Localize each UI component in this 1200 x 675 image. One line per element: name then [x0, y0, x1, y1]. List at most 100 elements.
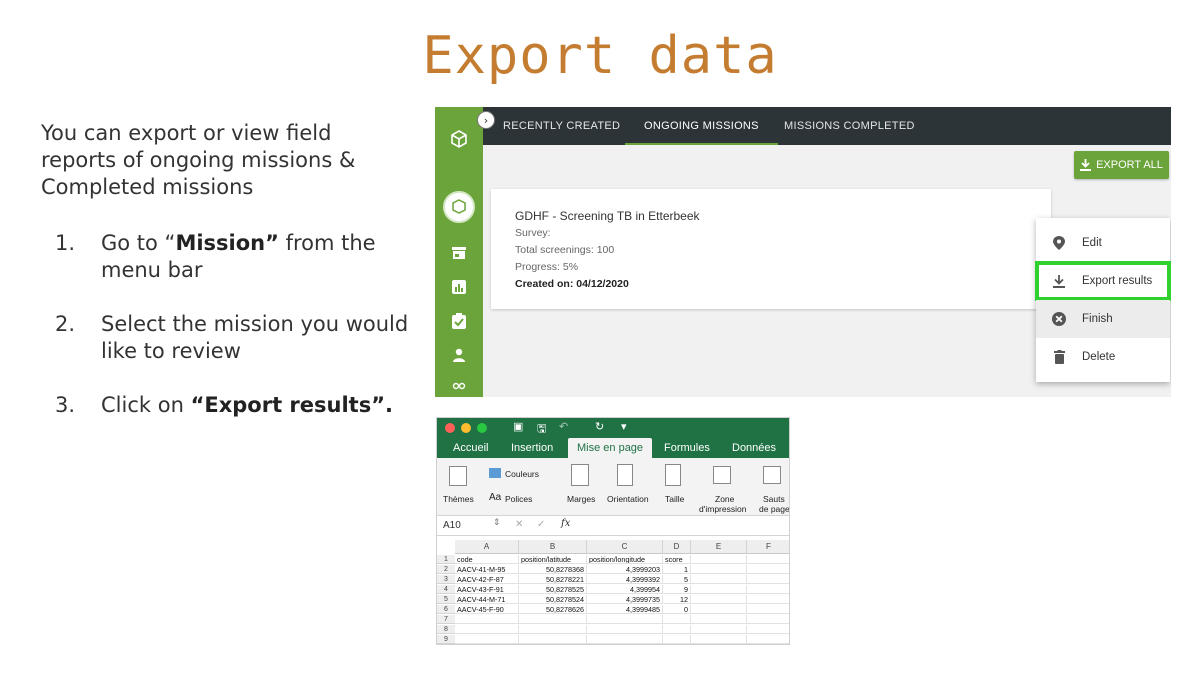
- sidebar-toggle-icon[interactable]: ▣: [513, 420, 523, 433]
- polices-label[interactable]: Polices: [505, 494, 532, 504]
- table-cell[interactable]: 0: [663, 605, 691, 614]
- row-header[interactable]: 6: [437, 605, 455, 614]
- table-cell[interactable]: [663, 635, 691, 644]
- table-cell[interactable]: score: [663, 555, 691, 564]
- table-cell[interactable]: [747, 595, 789, 604]
- orientation-icon[interactable]: [617, 464, 633, 486]
- menu-item-export-results[interactable]: Export results: [1035, 261, 1171, 301]
- table-cell[interactable]: [691, 595, 747, 604]
- tab-recently-created[interactable]: RECENTLY CREATED: [503, 107, 620, 145]
- table-cell[interactable]: code: [455, 555, 519, 564]
- column-header[interactable]: D: [663, 540, 691, 554]
- confirm-icon[interactable]: ✓: [537, 519, 545, 530]
- undo-icon[interactable]: ↶: [559, 420, 568, 433]
- fx-icon[interactable]: fx: [561, 518, 570, 529]
- table-cell[interactable]: position/longitude: [587, 555, 663, 564]
- zone-label-2[interactable]: d'impression: [699, 504, 746, 514]
- table-cell[interactable]: [747, 575, 789, 584]
- table-cell[interactable]: [519, 615, 587, 624]
- table-cell[interactable]: 4,3999203: [587, 565, 663, 574]
- column-header[interactable]: F: [747, 540, 789, 554]
- themes-icon[interactable]: [449, 466, 467, 486]
- person-icon[interactable]: [449, 345, 469, 365]
- row-header[interactable]: 8: [437, 625, 455, 634]
- table-cell[interactable]: 12: [663, 595, 691, 604]
- table-cell[interactable]: 9: [663, 585, 691, 594]
- menu-item-finish[interactable]: Finish: [1036, 300, 1170, 338]
- table-cell[interactable]: [587, 625, 663, 634]
- table-cell[interactable]: 50,8278524: [519, 595, 587, 604]
- chevron-right-icon[interactable]: ›: [477, 111, 495, 129]
- row-header[interactable]: 9: [437, 635, 455, 644]
- save-icon[interactable]: 🖫: [537, 420, 546, 439]
- export-all-button[interactable]: EXPORT ALL: [1074, 151, 1169, 179]
- table-cell[interactable]: 4,3999485: [587, 605, 663, 614]
- table-cell[interactable]: [747, 605, 789, 614]
- checklist-icon[interactable]: [449, 311, 469, 331]
- row-header[interactable]: 7: [437, 615, 455, 624]
- marges-label[interactable]: Marges: [567, 494, 595, 504]
- mission-card[interactable]: GDHF - Screening TB in Etterbeek Survey:…: [491, 189, 1051, 309]
- table-cell[interactable]: [747, 615, 789, 624]
- table-cell[interactable]: [663, 615, 691, 624]
- menu-item-edit[interactable]: Edit: [1036, 224, 1170, 262]
- row-header[interactable]: 5: [437, 595, 455, 604]
- table-cell[interactable]: 50,8278221: [519, 575, 587, 584]
- tab-ongoing-missions[interactable]: ONGOING MISSIONS: [625, 107, 778, 145]
- table-cell[interactable]: [747, 635, 789, 644]
- table-cell[interactable]: [691, 575, 747, 584]
- cube-icon[interactable]: [449, 129, 469, 149]
- store-icon[interactable]: [449, 243, 469, 263]
- margins-icon[interactable]: [571, 464, 589, 486]
- table-cell[interactable]: [691, 625, 747, 634]
- colors-icon[interactable]: [489, 468, 501, 478]
- table-cell[interactable]: [663, 625, 691, 634]
- tab-insertion[interactable]: Insertion: [511, 438, 553, 458]
- sauts-label[interactable]: Sauts: [763, 494, 785, 504]
- page-break-icon[interactable]: [763, 466, 781, 484]
- table-cell[interactable]: 4,399954: [587, 585, 663, 594]
- table-cell[interactable]: 50,8278368: [519, 565, 587, 574]
- column-header[interactable]: B: [519, 540, 587, 554]
- cancel-icon[interactable]: ✕: [515, 519, 523, 530]
- couleurs-label[interactable]: Couleurs: [505, 469, 539, 479]
- table-cell[interactable]: 4,3999735: [587, 595, 663, 604]
- sauts-label-2[interactable]: de page: [759, 504, 789, 514]
- table-cell[interactable]: 1: [663, 565, 691, 574]
- table-cell[interactable]: 50,8278626: [519, 605, 587, 614]
- print-area-icon[interactable]: [713, 466, 731, 484]
- table-cell[interactable]: 50,8278525: [519, 585, 587, 594]
- tab-formules[interactable]: Formules: [664, 438, 710, 458]
- size-icon[interactable]: [665, 464, 681, 486]
- table-cell[interactable]: [747, 565, 789, 574]
- table-cell[interactable]: [691, 565, 747, 574]
- table-cell[interactable]: [691, 635, 747, 644]
- table-cell[interactable]: [691, 605, 747, 614]
- zoom-window-icon[interactable]: [477, 423, 487, 433]
- table-cell[interactable]: 5: [663, 575, 691, 584]
- table-cell[interactable]: AACV-44-M-71: [455, 595, 519, 604]
- table-cell[interactable]: AACV-41-M-95: [455, 565, 519, 574]
- table-cell[interactable]: [691, 585, 747, 594]
- table-cell[interactable]: [587, 615, 663, 624]
- row-header[interactable]: 3: [437, 575, 455, 584]
- table-cell[interactable]: [747, 555, 789, 564]
- table-cell[interactable]: [455, 625, 519, 634]
- taille-label[interactable]: Taille: [665, 494, 684, 504]
- table-cell[interactable]: 4,3999392: [587, 575, 663, 584]
- column-header[interactable]: A: [455, 540, 519, 554]
- table-cell[interactable]: [691, 555, 747, 564]
- close-window-icon[interactable]: [445, 423, 455, 433]
- redo-icon[interactable]: ↻: [595, 420, 604, 433]
- table-cell[interactable]: [519, 625, 587, 634]
- column-header[interactable]: E: [691, 540, 747, 554]
- row-header[interactable]: 4: [437, 585, 455, 594]
- column-header[interactable]: C: [587, 540, 663, 554]
- zone-label[interactable]: Zone: [715, 494, 734, 504]
- table-cell[interactable]: AACV-42-F-87: [455, 575, 519, 584]
- table-cell[interactable]: [455, 615, 519, 624]
- table-cell[interactable]: AACV-43-F-91: [455, 585, 519, 594]
- fonts-icon[interactable]: Aa: [489, 493, 501, 503]
- row-header[interactable]: 2: [437, 565, 455, 574]
- table-cell[interactable]: [747, 585, 789, 594]
